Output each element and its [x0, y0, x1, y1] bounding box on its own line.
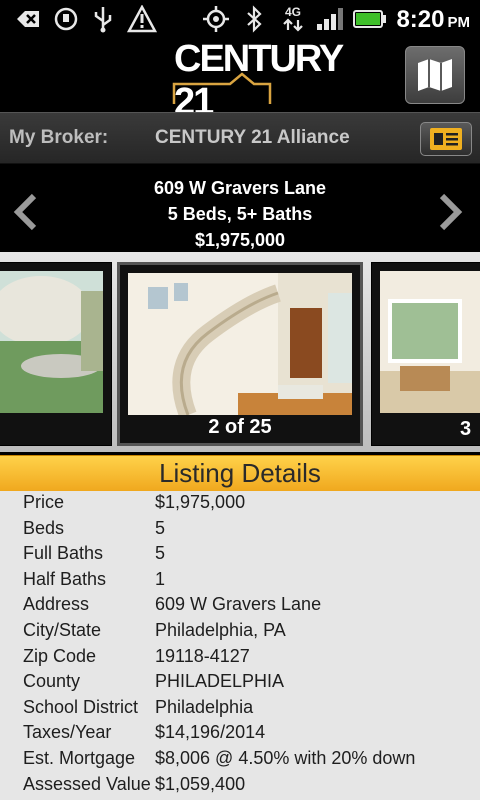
photo-caption: 3: [460, 418, 472, 440]
detail-row: Taxes/Year $14,196/2014: [0, 721, 480, 746]
detail-value: $8,006 @ 4.50% with 20% down: [155, 748, 416, 768]
usb-icon: [90, 4, 116, 34]
detail-row: Est. Mortgage $8,006 @ 4.50% with 20% dow…: [0, 747, 480, 772]
detail-label: Est. Mortgage: [23, 748, 136, 768]
listing-address: 609 W Gravers Lane: [153, 178, 327, 198]
detail-row: Assessed Value $1,059,400: [0, 773, 480, 798]
detail-label: Full Baths: [23, 543, 104, 564]
detail-value: $1,059,400: [155, 773, 246, 794]
photo-image: [380, 271, 480, 413]
listing-summary: 609 W Gravers Lane 5 Beds, 5+ Baths $1,9…: [0, 164, 480, 252]
broker-bar: My Broker: CENTURY 21 Alliance: [0, 112, 480, 164]
detail-label: Assessed Value: [23, 773, 151, 794]
map-icon: [418, 59, 452, 91]
detail-label: Beds: [23, 517, 65, 538]
detail-value: $1,975,000: [155, 492, 246, 512]
status-bar: 4G 8:20 PM: [0, 0, 480, 38]
detail-value: PHILADELPHIA: [155, 671, 285, 692]
photo-current[interactable]: 2 of 25: [117, 262, 363, 446]
photo-image: [128, 273, 352, 415]
battery-icon: [352, 4, 388, 34]
listing-details-table: Price $1,975,000 Beds 5 Full Baths 5 Half Bath…: [0, 491, 480, 800]
photo-previous[interactable]: 25: [0, 262, 112, 446]
century21-logo: CENTURY 21: [172, 38, 344, 123]
detail-value: 5: [155, 517, 166, 538]
detail-label: County: [23, 671, 81, 692]
listing-details-header: Listing Details: [0, 455, 480, 491]
detail-row: Zip Code 19118-4127: [0, 645, 480, 670]
detail-value: 5: [155, 543, 166, 564]
detail-row: Full Baths 5: [0, 542, 480, 567]
detail-label: Price: [23, 492, 65, 512]
listing-beds-baths: 5 Beds, 5+ Baths: [167, 204, 313, 224]
detail-row: Address 609 W Gravers Lane: [0, 593, 480, 618]
network-4g-icon: 4G: [276, 4, 310, 34]
map-button[interactable]: [405, 46, 465, 104]
detail-value: 1: [155, 568, 166, 589]
detail-label: Zip Code: [23, 645, 97, 666]
clock: 8:20 PM: [396, 6, 470, 33]
alarm-icon: [52, 4, 80, 34]
listing-details-title: Listing Details: [159, 458, 321, 488]
detail-label: Address: [23, 594, 90, 615]
broker-name[interactable]: CENTURY 21 Alliance: [155, 127, 350, 149]
detail-row: Half Baths 1: [0, 568, 480, 593]
listing-price: $1,975,000: [194, 230, 286, 250]
photo-caption: 25: [0, 418, 111, 441]
detail-label: Taxes/Year: [23, 722, 112, 743]
usb-debug-icon: [14, 4, 42, 34]
broker-label: My Broker:: [9, 127, 109, 148]
photo-carousel[interactable]: 25 2 of 25: [0, 252, 480, 452]
detail-row: Beds 5: [0, 517, 480, 542]
detail-value: $14,196/2014: [155, 722, 266, 743]
detail-value: Philadelphia: [155, 696, 254, 717]
signal-icon: [314, 4, 346, 34]
photo-caption: 2 of 25: [208, 416, 272, 438]
detail-value: 19118-4127: [155, 645, 250, 666]
detail-label: City/State: [23, 620, 102, 640]
broker-contact-button[interactable]: [420, 122, 472, 156]
gps-icon: [198, 4, 234, 34]
photo-next[interactable]: 3: [371, 262, 480, 446]
warning-icon: [126, 4, 158, 34]
detail-value: Philadelphia, PA: [155, 620, 286, 640]
detail-label: School District: [23, 696, 139, 717]
photo-image: [0, 271, 103, 413]
detail-row: County PHILADELPHIA: [0, 670, 480, 695]
detail-label: Half Baths: [23, 568, 107, 589]
detail-row: School District Philadelphia: [0, 696, 480, 721]
detail-value: 609 W Gravers Lane: [155, 594, 322, 615]
bluetooth-icon: [244, 4, 264, 34]
detail-row: Price $1,975,000: [0, 491, 480, 516]
app-header: CENTURY 21: [0, 38, 480, 123]
detail-row: City/State Philadelphia, PA: [0, 619, 480, 644]
next-listing-arrow-icon[interactable]: [436, 192, 466, 232]
contact-card-icon: [430, 128, 462, 150]
